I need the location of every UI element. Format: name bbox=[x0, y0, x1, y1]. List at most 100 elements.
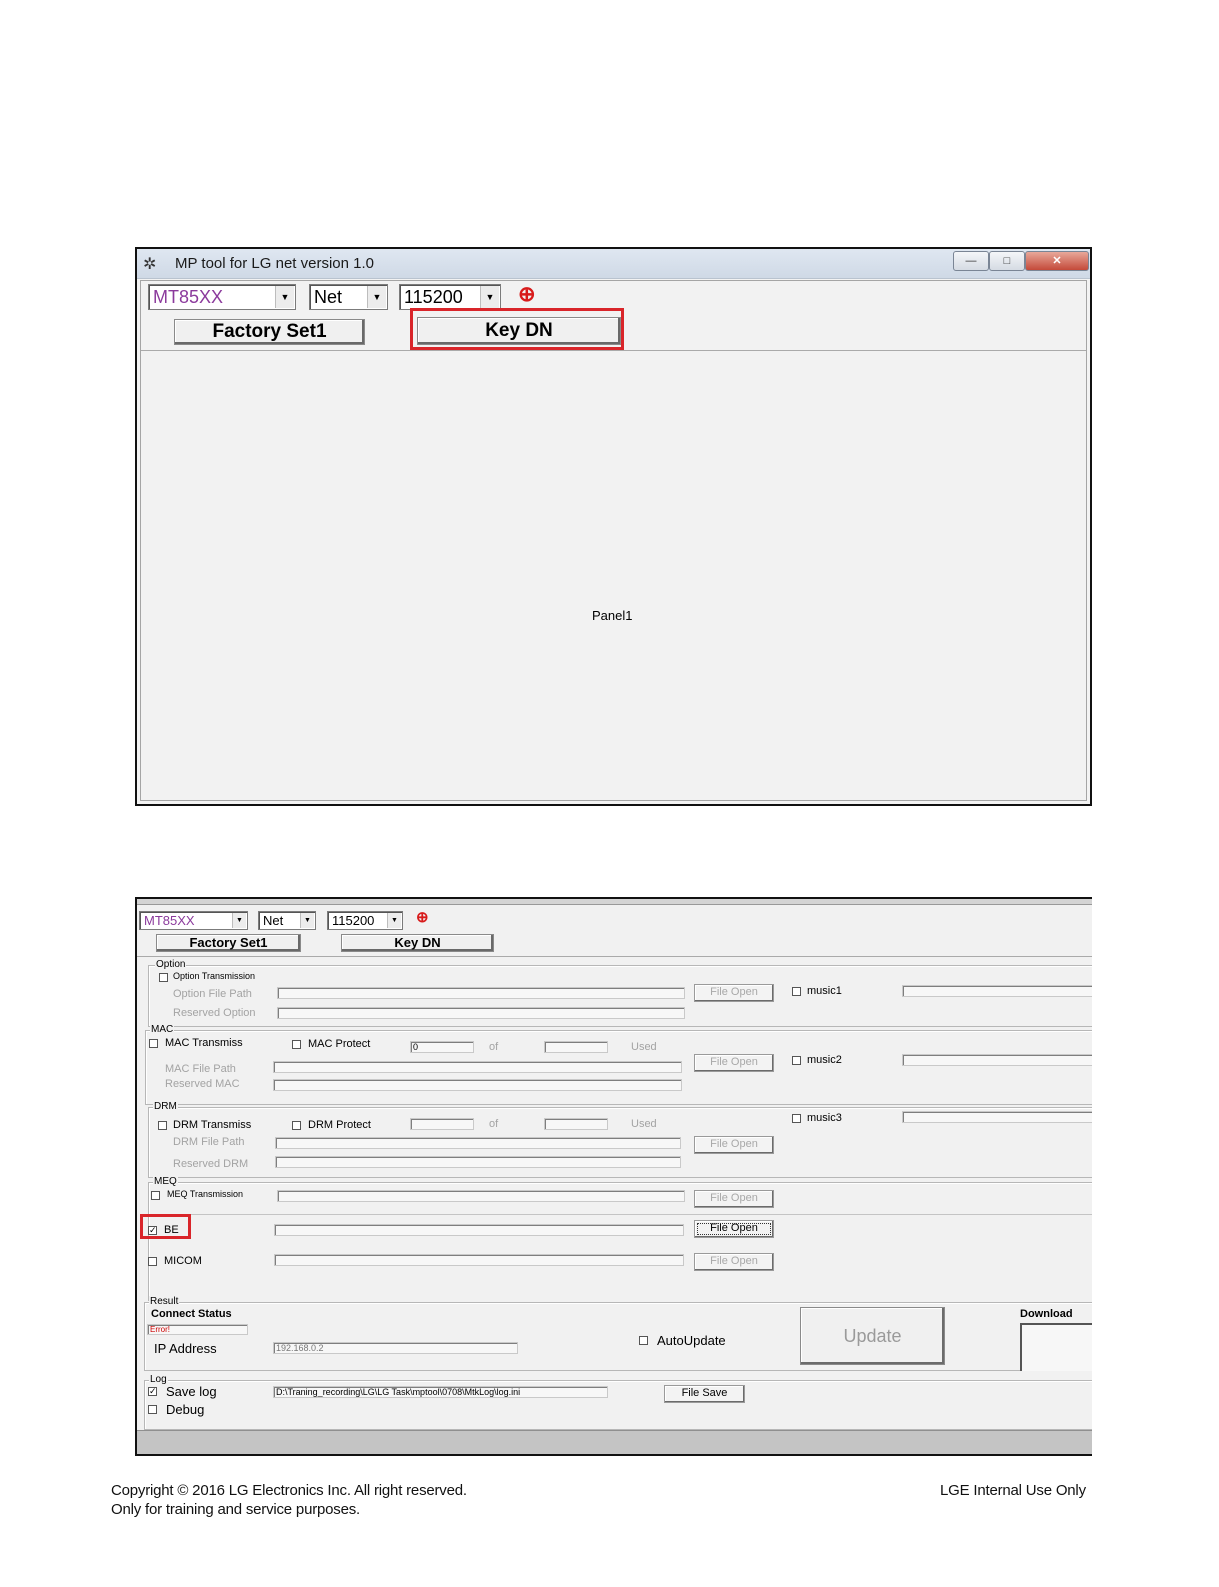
option-file-open-button[interactable]: File Open bbox=[694, 984, 774, 1002]
micom-file-path-input[interactable] bbox=[274, 1254, 684, 1266]
chevron-down-icon[interactable]: ▼ bbox=[232, 913, 246, 928]
highlight-box bbox=[410, 308, 624, 350]
close-icon[interactable]: ✕ bbox=[1025, 251, 1089, 271]
mac-of-label: of bbox=[489, 1041, 499, 1053]
music1-checkbox[interactable] bbox=[792, 987, 801, 996]
save-log-checkbox[interactable]: ✓ bbox=[148, 1387, 157, 1396]
drm-transmiss-checkbox[interactable] bbox=[158, 1121, 167, 1130]
drm-protect-label: DRM Protect bbox=[308, 1119, 371, 1131]
option-transmission-checkbox[interactable] bbox=[159, 973, 168, 982]
music1-label: music1 bbox=[807, 985, 842, 997]
be-file-open-button[interactable]: File Open bbox=[694, 1220, 774, 1238]
mac-transmiss-checkbox[interactable] bbox=[149, 1039, 158, 1048]
autoupdate-checkbox[interactable] bbox=[639, 1336, 648, 1345]
music2-checkbox[interactable] bbox=[792, 1056, 801, 1065]
mac-transmiss-label: MAC Transmiss bbox=[165, 1037, 243, 1049]
mac-protect-checkbox[interactable] bbox=[292, 1040, 301, 1049]
reserved-option-label: Reserved Option bbox=[173, 1007, 256, 1019]
mp-tool-window-expanded: MT85XX ▼ Net ▼ 115200 ▼ ⊕ Factory Set1 K… bbox=[135, 897, 1092, 1456]
music3-checkbox[interactable] bbox=[792, 1114, 801, 1123]
chip-select-value: MT85XX bbox=[144, 913, 195, 928]
internal-use-text: LGE Internal Use Only bbox=[940, 1482, 1086, 1499]
mac-protect-label: MAC Protect bbox=[308, 1038, 371, 1050]
status-bar bbox=[137, 1430, 1092, 1454]
chevron-down-icon[interactable]: ▼ bbox=[275, 286, 294, 308]
drm-file-path-input[interactable] bbox=[275, 1137, 681, 1149]
meq-transmission-checkbox[interactable] bbox=[151, 1191, 160, 1200]
factory-set-button[interactable]: Factory Set1 bbox=[156, 934, 301, 952]
window-client: MT85XX ▼ Net ▼ 115200 ▼ ⊕ Factory Set1 K… bbox=[140, 280, 1087, 801]
toolbar-divider bbox=[137, 956, 1092, 957]
connect-status-label: Connect Status bbox=[151, 1308, 232, 1320]
warning-icon[interactable]: ⊕ bbox=[416, 908, 429, 926]
mac-used-label: Used bbox=[631, 1041, 657, 1053]
result-group-title: Result bbox=[149, 1296, 180, 1307]
download-progress bbox=[1020, 1323, 1092, 1371]
mac-file-open-button[interactable]: File Open bbox=[694, 1054, 774, 1072]
reserved-mac-label: Reserved MAC bbox=[165, 1078, 240, 1090]
meq-divider bbox=[148, 1214, 1092, 1215]
connection-select[interactable]: Net ▼ bbox=[309, 284, 388, 310]
ip-address-input[interactable]: 192.168.0.2 bbox=[273, 1342, 518, 1354]
reserved-option-input[interactable] bbox=[277, 1007, 685, 1019]
mac-total-input[interactable] bbox=[544, 1041, 608, 1053]
copyright-text: Copyright © 2016 LG Electronics Inc. All… bbox=[111, 1482, 467, 1499]
chevron-down-icon[interactable]: ▼ bbox=[480, 286, 499, 308]
warning-icon[interactable]: ⊕ bbox=[518, 282, 536, 307]
micom-checkbox[interactable] bbox=[148, 1257, 157, 1266]
connect-status-value: Error! bbox=[147, 1324, 248, 1335]
minimize-icon[interactable]: — bbox=[953, 251, 989, 271]
meq-file-open-button[interactable]: File Open bbox=[694, 1190, 774, 1208]
drm-total-input[interactable] bbox=[544, 1118, 608, 1130]
mp-tool-window: ✲ MP tool for LG net version 1.0 — □ ✕ M… bbox=[135, 247, 1092, 806]
file-save-button[interactable]: File Save bbox=[664, 1385, 745, 1403]
chip-select[interactable]: MT85XX ▼ bbox=[139, 911, 248, 930]
baud-select-value: 115200 bbox=[332, 913, 375, 928]
chevron-down-icon[interactable]: ▼ bbox=[387, 913, 401, 928]
mac-count-input[interactable]: 0 bbox=[410, 1041, 474, 1053]
drm-protect-checkbox[interactable] bbox=[292, 1121, 301, 1130]
mac-file-path-input[interactable] bbox=[273, 1061, 682, 1073]
factory-set-button[interactable]: Factory Set1 bbox=[174, 319, 365, 345]
music3-label: music3 bbox=[807, 1112, 842, 1124]
micom-label: MICOM bbox=[164, 1255, 202, 1267]
autoupdate-label: AutoUpdate bbox=[657, 1333, 726, 1348]
connection-select[interactable]: Net ▼ bbox=[258, 911, 316, 930]
reserved-mac-input[interactable] bbox=[273, 1079, 682, 1091]
cut-title-bar bbox=[137, 899, 1092, 905]
music1-input[interactable] bbox=[902, 985, 1092, 997]
reserved-drm-label: Reserved DRM bbox=[173, 1158, 249, 1170]
highlight-box bbox=[140, 1214, 191, 1239]
purpose-text: Only for training and service purposes. bbox=[111, 1501, 360, 1518]
meq-group-title: MEQ bbox=[153, 1176, 178, 1187]
maximize-icon[interactable]: □ bbox=[989, 251, 1025, 271]
drm-count-input[interactable] bbox=[410, 1118, 474, 1130]
micom-file-open-button[interactable]: File Open bbox=[694, 1253, 774, 1271]
chip-select-value: MT85XX bbox=[153, 287, 224, 307]
baud-select-value: 115200 bbox=[404, 287, 463, 307]
debug-checkbox[interactable] bbox=[148, 1405, 157, 1414]
drm-group-title: DRM bbox=[153, 1101, 178, 1112]
drm-file-open-button[interactable]: File Open bbox=[694, 1136, 774, 1154]
window-title: MP tool for LG net version 1.0 bbox=[175, 255, 374, 272]
save-log-label: Save log bbox=[166, 1384, 217, 1399]
toolbar-divider bbox=[141, 350, 1086, 351]
reserved-drm-input[interactable] bbox=[275, 1156, 681, 1168]
chip-select[interactable]: MT85XX ▼ bbox=[148, 284, 296, 310]
chevron-down-icon[interactable]: ▼ bbox=[300, 913, 314, 928]
log-path-input[interactable]: D:\Traning_recording\LG\LG Task\mptool\0… bbox=[273, 1386, 608, 1398]
music2-input[interactable] bbox=[902, 1054, 1092, 1066]
title-bar[interactable]: ✲ MP tool for LG net version 1.0 — □ ✕ bbox=[137, 249, 1090, 279]
connection-select-value: Net bbox=[263, 913, 284, 928]
option-file-path-input[interactable] bbox=[277, 987, 685, 999]
be-file-path-input[interactable] bbox=[274, 1224, 684, 1236]
update-button[interactable]: Update bbox=[800, 1307, 945, 1365]
music3-input[interactable] bbox=[902, 1111, 1092, 1123]
baud-select[interactable]: 115200 ▼ bbox=[399, 284, 501, 310]
baud-select[interactable]: 115200 ▼ bbox=[327, 911, 403, 930]
panel-label: Panel1 bbox=[592, 608, 633, 623]
result-group: Result bbox=[144, 1296, 1092, 1371]
meq-file-path-input[interactable] bbox=[277, 1190, 685, 1202]
chevron-down-icon[interactable]: ▼ bbox=[367, 286, 386, 308]
key-dn-button[interactable]: Key DN bbox=[341, 934, 494, 952]
